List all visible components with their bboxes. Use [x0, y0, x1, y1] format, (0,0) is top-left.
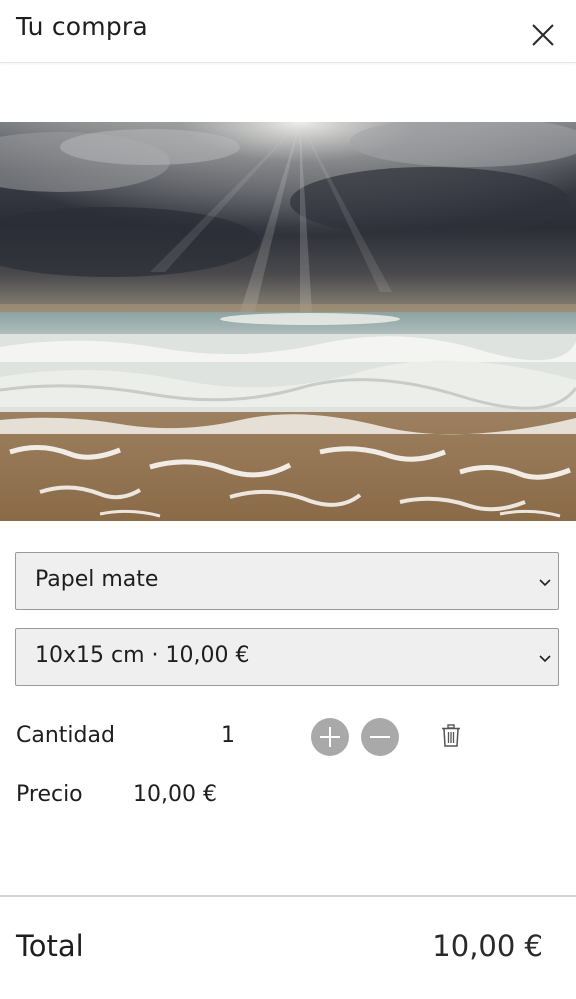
chevron-down-icon — [538, 651, 552, 665]
chevron-down-icon — [538, 575, 552, 589]
minus-icon[interactable] — [361, 718, 399, 756]
divider — [0, 895, 576, 897]
size-price-select[interactable]: 10x15 cm · 10,00 € — [15, 628, 559, 686]
page-title: Tu compra — [16, 12, 148, 41]
price-label: Precio — [16, 782, 83, 807]
plus-icon[interactable] — [311, 718, 349, 756]
paper-type-value: Papel mate — [35, 567, 159, 592]
paper-type-select[interactable]: Papel mate — [15, 552, 559, 610]
cart-page: Tu compra Papel mate 10x15 cm · 10,00 € … — [0, 0, 576, 999]
total-label: Total — [16, 929, 84, 963]
price-value: 10,00 € — [133, 782, 217, 807]
product-photo — [0, 122, 576, 521]
trash-icon[interactable] — [441, 724, 461, 748]
close-icon[interactable] — [530, 22, 556, 48]
quantity-label: Cantidad — [16, 723, 115, 748]
quantity-value: 1 — [221, 723, 235, 748]
size-price-value: 10x15 cm · 10,00 € — [35, 643, 250, 668]
header-bar: Tu compra — [0, 0, 576, 63]
total-value: 10,00 € — [432, 929, 543, 963]
